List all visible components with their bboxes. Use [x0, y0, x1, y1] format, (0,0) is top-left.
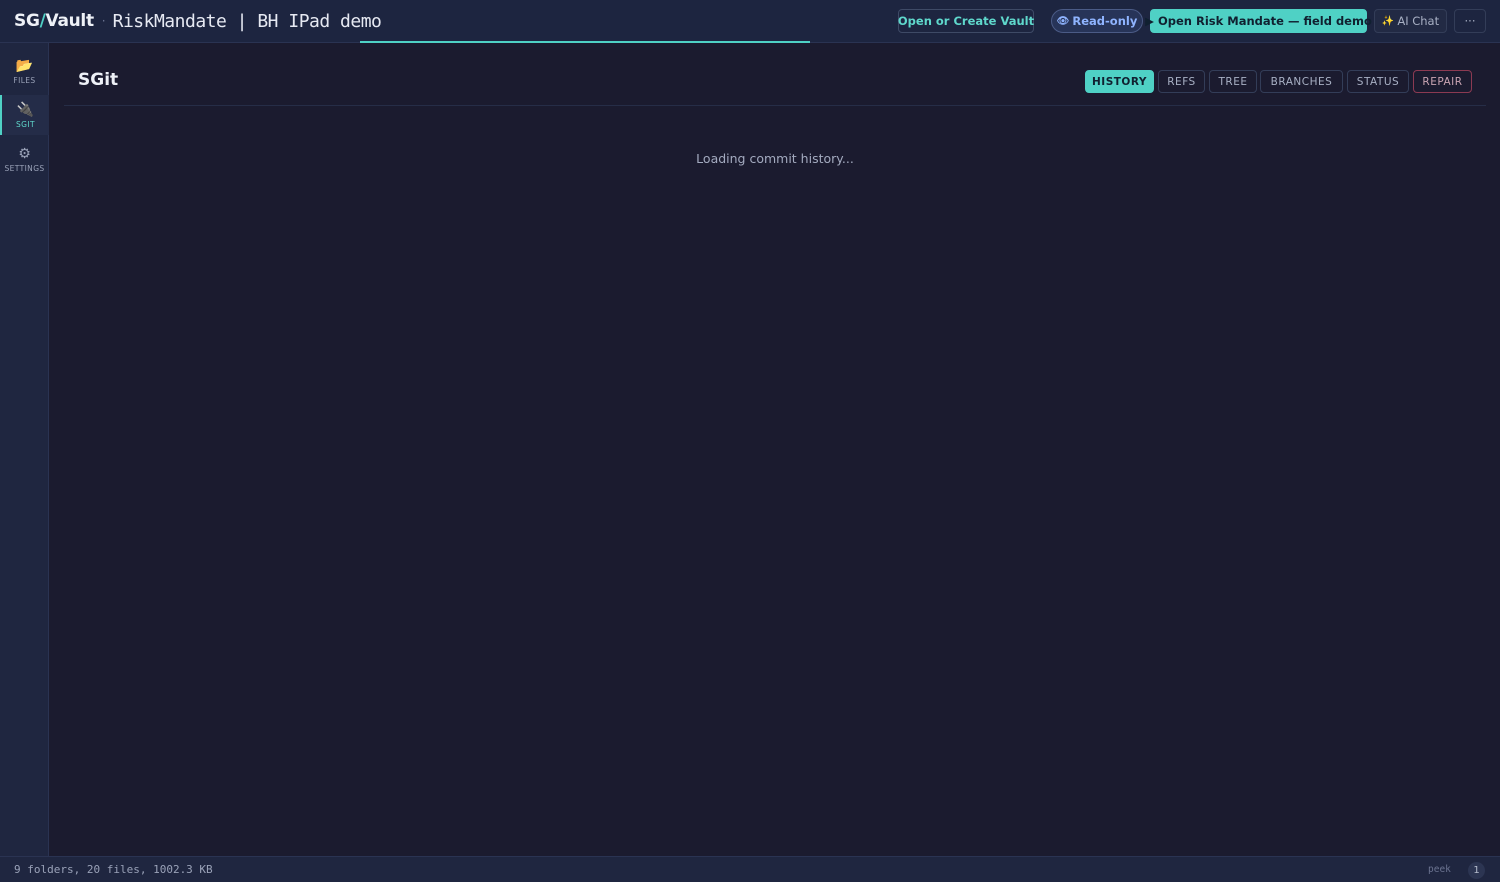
vault-summary: 9 folders, 20 files, 1002.3 KB	[14, 863, 213, 876]
sidebar-item-label: FILES	[13, 75, 36, 85]
vault-title: RiskMandate | BH IPad demo	[112, 10, 382, 32]
tab-status[interactable]: STATUS	[1347, 70, 1409, 93]
main-panel: SGit HISTORY REFS TREE BRANCHES STATUS R…	[50, 43, 1500, 856]
sidebar: 📂 FILES 🔌 SGIT ⚙ SETTINGS	[0, 43, 49, 856]
open-or-create-vault-button[interactable]: Open or Create Vault	[898, 9, 1034, 33]
page-title: SGit	[78, 70, 119, 90]
tab-history[interactable]: HISTORY	[1085, 70, 1154, 93]
brand: SG/Vault · RiskMandate | BH IPad demo	[14, 10, 382, 32]
more-icon: ···	[1464, 14, 1476, 28]
sidebar-item-files[interactable]: 📂 FILES	[0, 51, 49, 91]
gear-icon: ⚙	[18, 145, 31, 162]
status-bar: 9 folders, 20 files, 1002.3 KB peek 1	[0, 856, 1500, 882]
tab-tree[interactable]: TREE	[1209, 70, 1257, 93]
brand-logo[interactable]: SG/Vault	[14, 11, 94, 31]
sidebar-item-sgit[interactable]: 🔌 SGIT	[0, 95, 49, 135]
tab-refs[interactable]: REFS	[1158, 70, 1205, 93]
read-only-toggle[interactable]: 👁 Read-only	[1051, 9, 1143, 33]
more-menu-button[interactable]: ···	[1454, 9, 1486, 33]
panel-header: SGit HISTORY REFS TREE BRANCHES STATUS R…	[64, 43, 1486, 106]
sidebar-item-label: SGIT	[16, 119, 35, 129]
eye-icon: 👁	[1056, 15, 1070, 27]
tab-branches[interactable]: BRANCHES	[1260, 70, 1343, 93]
plug-icon: 🔌	[16, 101, 35, 118]
peek-toggle[interactable]: peek	[1428, 864, 1451, 875]
tab-repair[interactable]: REPAIR	[1413, 70, 1472, 93]
sidebar-item-settings[interactable]: ⚙ SETTINGS	[0, 139, 49, 179]
notification-badge[interactable]: 1	[1468, 862, 1485, 879]
ai-chat-button[interactable]: ✨ AI Chat	[1374, 9, 1447, 33]
sidebar-item-label: SETTINGS	[4, 163, 45, 173]
loading-message: Loading commit history...	[696, 151, 854, 166]
open-risk-mandate-demo-button[interactable]: ▶ Open Risk Mandate — field demo	[1145, 9, 1372, 33]
sparkles-icon: ✨	[1381, 15, 1395, 27]
top-bar: SG/Vault · RiskMandate | BH IPad demo Op…	[0, 0, 1500, 43]
brand-separator: ·	[101, 14, 106, 28]
folder-icon: 📂	[15, 57, 34, 74]
